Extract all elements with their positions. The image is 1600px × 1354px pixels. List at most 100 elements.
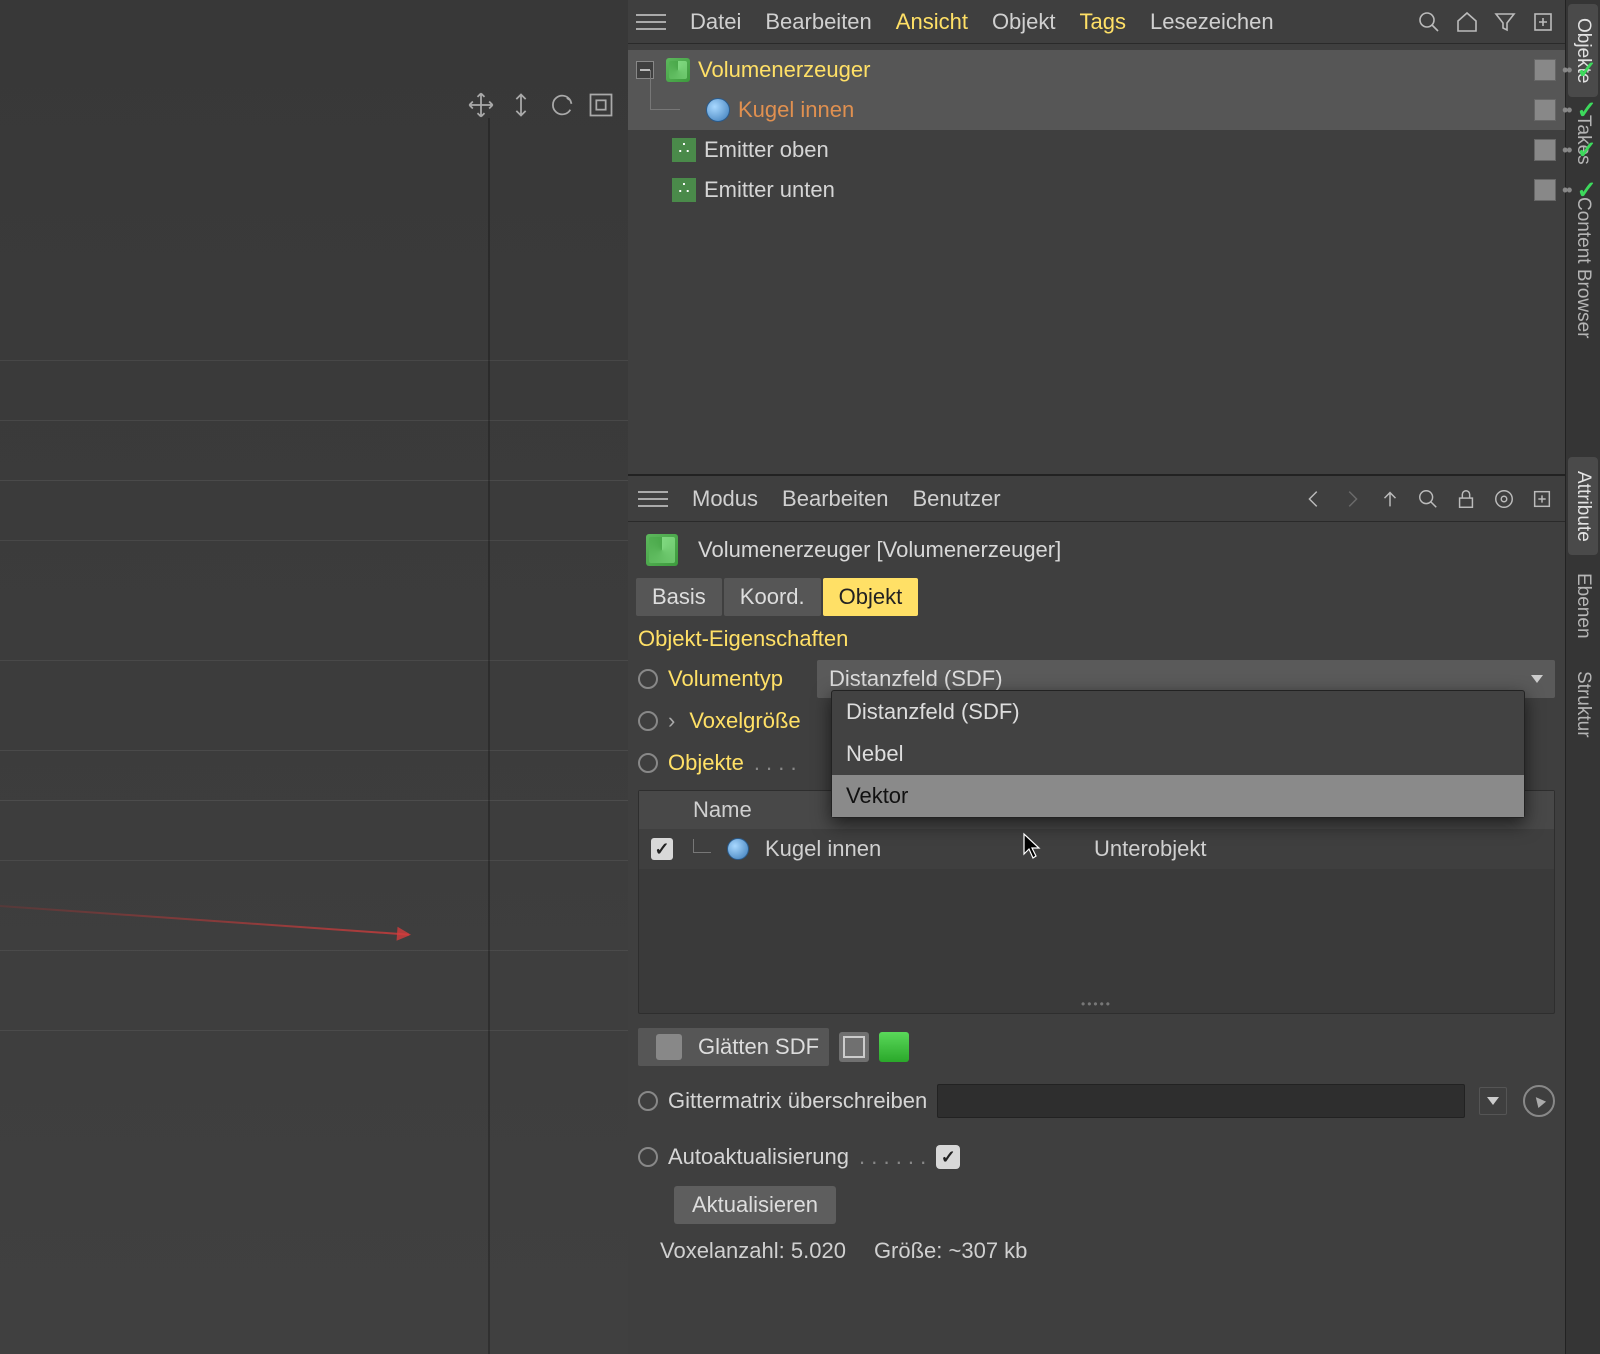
om-menu-view[interactable]: Ansicht bbox=[896, 9, 968, 35]
tab-koord[interactable]: Koord. bbox=[724, 578, 821, 616]
attribute-manager-panel: Modus Bearbeiten Benutzer Volumenerzeuge… bbox=[628, 476, 1565, 1354]
enable-check-icon[interactable]: ✓ bbox=[1577, 56, 1597, 85]
tree-item-label: Volumenerzeuger bbox=[698, 57, 870, 83]
tree-item-label: Emitter unten bbox=[704, 177, 835, 203]
tree-row-emitter-oben[interactable]: Emitter oben ••✓ bbox=[628, 130, 1565, 170]
properties-group-title: Objekt-Eigenschaften bbox=[628, 616, 1565, 652]
anim-radio[interactable] bbox=[638, 669, 658, 689]
visibility-dots[interactable]: •• bbox=[1562, 60, 1571, 81]
tree-item-label: Kugel innen bbox=[738, 97, 854, 123]
volumetype-dropdown[interactable]: Distanzfeld (SDF) Nebel Vektor bbox=[831, 690, 1525, 818]
tree-row-kugel-innen[interactable]: Kugel innen ••✓ bbox=[628, 90, 1565, 130]
search-icon[interactable] bbox=[1415, 8, 1443, 36]
dropdown-option-nebel[interactable]: Nebel bbox=[832, 733, 1524, 775]
smooth-label: Glätten SDF bbox=[698, 1034, 819, 1060]
vp-move-icon[interactable] bbox=[464, 88, 498, 122]
list-item[interactable]: ✓ Kugel innen Unterobjekt bbox=[639, 829, 1554, 869]
tree-row-volumenerzeuger[interactable]: Volumenerzeuger ••✓ bbox=[628, 50, 1565, 90]
back-icon[interactable] bbox=[1301, 486, 1327, 512]
search-icon[interactable] bbox=[1415, 486, 1441, 512]
new-window-icon[interactable] bbox=[1529, 486, 1555, 512]
side-tab-struktur[interactable]: Struktur bbox=[1568, 657, 1598, 752]
smooth-sdf-button[interactable]: Glätten SDF bbox=[638, 1028, 829, 1066]
volume-generator-icon bbox=[646, 534, 678, 566]
filter-enabled-icon[interactable] bbox=[879, 1032, 909, 1062]
row-mode[interactable]: Unterobjekt bbox=[1094, 836, 1554, 862]
prop-label: Autoaktualisierung bbox=[668, 1144, 849, 1170]
auto-update-checkbox[interactable]: ✓ bbox=[936, 1145, 960, 1169]
viewport-3d[interactable] bbox=[0, 0, 628, 1354]
lock-icon[interactable] bbox=[1453, 486, 1479, 512]
label-dots: . . . . . . bbox=[859, 1144, 926, 1170]
enable-check-icon[interactable]: ✓ bbox=[1577, 96, 1597, 125]
chevron-down-icon bbox=[1531, 675, 1543, 683]
tree-item-label: Emitter oben bbox=[704, 137, 829, 163]
link-chevron-icon[interactable] bbox=[1479, 1087, 1507, 1115]
sphere-icon bbox=[727, 838, 749, 860]
visibility-dots[interactable]: •• bbox=[1562, 100, 1571, 121]
vp-rotate-icon[interactable] bbox=[544, 88, 578, 122]
label-dots: . . . . bbox=[754, 750, 797, 776]
prop-label: Objekte bbox=[668, 750, 744, 776]
dropdown-option-sdf[interactable]: Distanzfeld (SDF) bbox=[832, 691, 1524, 733]
picker-icon[interactable] bbox=[1523, 1085, 1555, 1117]
om-menu-bookmarks[interactable]: Lesezeichen bbox=[1150, 9, 1274, 35]
tree-row-emitter-unten[interactable]: Emitter unten ••✓ bbox=[628, 170, 1565, 210]
up-icon[interactable] bbox=[1377, 486, 1403, 512]
emitter-icon bbox=[672, 138, 696, 162]
enable-check-icon[interactable]: ✓ bbox=[1577, 136, 1597, 165]
prop-label: Voxelgröße bbox=[689, 708, 800, 734]
prop-autoaktualisierung: Autoaktualisierung . . . . . . ✓ bbox=[638, 1136, 1555, 1178]
om-menu-file[interactable]: Datei bbox=[690, 9, 741, 35]
om-menu-edit[interactable]: Bearbeiten bbox=[765, 9, 871, 35]
anim-radio[interactable] bbox=[638, 1091, 658, 1111]
vp-frame-icon[interactable] bbox=[584, 88, 618, 122]
visibility-dots[interactable]: •• bbox=[1562, 180, 1571, 201]
record-icon[interactable] bbox=[1491, 486, 1517, 512]
side-tab-ebenen[interactable]: Ebenen bbox=[1568, 559, 1598, 653]
enable-check-icon[interactable]: ✓ bbox=[1577, 176, 1597, 205]
layer-toggle[interactable] bbox=[1534, 179, 1556, 201]
layer-toggle[interactable] bbox=[1534, 59, 1556, 81]
am-menu-edit[interactable]: Bearbeiten bbox=[782, 486, 888, 512]
prop-label: Volumentyp bbox=[668, 666, 783, 692]
side-tab-content-browser[interactable]: Content Browser bbox=[1568, 183, 1598, 353]
voxel-size: Größe: ~307 kb bbox=[874, 1238, 1027, 1264]
row-checkbox[interactable]: ✓ bbox=[651, 838, 673, 860]
om-menu-icon[interactable] bbox=[636, 14, 666, 30]
home-icon[interactable] bbox=[1453, 8, 1481, 36]
am-menu-mode[interactable]: Modus bbox=[692, 486, 758, 512]
side-tab-attribute[interactable]: Attribute bbox=[1568, 457, 1598, 556]
anim-radio[interactable] bbox=[638, 711, 658, 731]
mouse-cursor-icon bbox=[1022, 832, 1042, 860]
am-menu-icon[interactable] bbox=[638, 491, 668, 507]
anim-radio[interactable] bbox=[638, 1147, 658, 1167]
om-menu-object[interactable]: Objekt bbox=[992, 9, 1056, 35]
tab-basis[interactable]: Basis bbox=[636, 578, 722, 616]
forward-icon[interactable] bbox=[1339, 486, 1365, 512]
objects-list[interactable]: Name ✓ Kugel innen Unterobjekt ••••• bbox=[638, 790, 1555, 1014]
vp-updown-icon[interactable] bbox=[504, 88, 538, 122]
layer-toggle[interactable] bbox=[1534, 139, 1556, 161]
am-menu-user[interactable]: Benutzer bbox=[912, 486, 1000, 512]
emitter-icon bbox=[672, 178, 696, 202]
select-value: Distanzfeld (SDF) bbox=[829, 666, 1003, 692]
prop-gittermatrix: Gittermatrix überschreiben bbox=[638, 1080, 1555, 1122]
smooth-icon bbox=[656, 1034, 682, 1060]
resize-grip-icon[interactable]: ••••• bbox=[1081, 997, 1112, 1011]
layer-toggle[interactable] bbox=[1534, 99, 1556, 121]
om-menu-tags[interactable]: Tags bbox=[1080, 9, 1126, 35]
visibility-dots[interactable]: •• bbox=[1562, 140, 1571, 161]
expand-caret-icon[interactable]: › bbox=[668, 708, 675, 734]
override-link-input[interactable] bbox=[937, 1084, 1465, 1118]
dropdown-option-vektor[interactable]: Vektor bbox=[832, 775, 1524, 817]
tab-objekt[interactable]: Objekt bbox=[823, 578, 919, 616]
add-filter-icon[interactable] bbox=[839, 1032, 869, 1062]
voxel-count: Voxelanzahl: 5.020 bbox=[660, 1238, 846, 1264]
prop-label: Gittermatrix überschreiben bbox=[668, 1088, 927, 1114]
object-tree[interactable]: Volumenerzeuger ••✓ Kugel innen ••✓ Emit… bbox=[628, 44, 1565, 474]
expand-icon[interactable] bbox=[1529, 8, 1557, 36]
filter-icon[interactable] bbox=[1491, 8, 1519, 36]
update-button[interactable]: Aktualisieren bbox=[674, 1186, 836, 1224]
anim-radio[interactable] bbox=[638, 753, 658, 773]
